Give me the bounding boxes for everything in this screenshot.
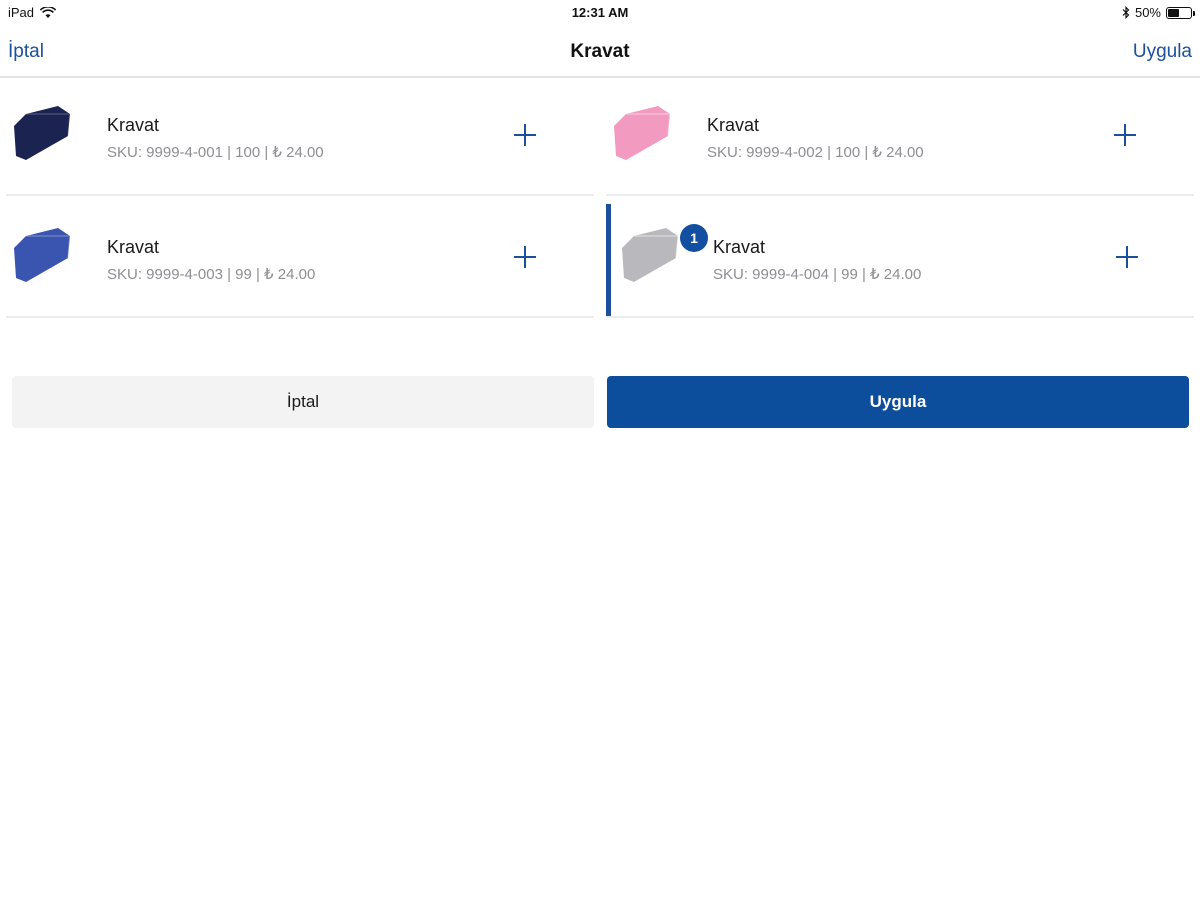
battery-percent: 50% <box>1134 5 1161 20</box>
add-button[interactable] <box>1110 240 1144 274</box>
product-name: Kravat <box>107 237 160 257</box>
bluetooth-icon <box>1122 6 1130 19</box>
add-button[interactable] <box>508 118 542 152</box>
product-card-selected[interactable]: 1 Kravat SKU: 9999-4-004 | 99 | ₺ 24.00 <box>606 200 1194 318</box>
battery-level <box>1168 8 1179 17</box>
page-title: Kravat <box>570 41 630 62</box>
apply-button[interactable]: Uygula <box>607 376 1189 428</box>
battery-icon <box>1166 6 1195 19</box>
tie-image <box>14 228 71 282</box>
product-details: SKU: 9999-4-001 | 100 | ₺ 24.00 <box>107 144 324 161</box>
product-details: SKU: 9999-4-004 | 99 | ₺ 24.00 <box>713 266 922 283</box>
product-card[interactable]: Kravat SKU: 9999-4-002 | 100 | ₺ 24.00 <box>606 78 1194 196</box>
product-name: Kravat <box>713 237 766 257</box>
add-button[interactable] <box>1108 118 1142 152</box>
quantity-badge: 1 <box>680 224 708 252</box>
product-name: Kravat <box>707 115 760 135</box>
status-time: 12:31 AM <box>571 5 629 20</box>
status-bar: iPad 12:31 AM 50% <box>0 0 1200 26</box>
product-card[interactable]: Kravat SKU: 9999-4-001 | 100 | ₺ 24.00 <box>6 78 594 196</box>
selected-indicator <box>606 204 611 316</box>
cancel-button[interactable]: İptal <box>12 376 594 428</box>
navigation-bar: İptal Kravat Uygula <box>0 26 1200 78</box>
nav-apply-button[interactable]: Uygula <box>1133 41 1192 63</box>
tie-image <box>614 106 671 160</box>
status-right: 50% <box>1122 5 1195 20</box>
product-details: SKU: 9999-4-003 | 99 | ₺ 24.00 <box>107 266 316 283</box>
add-button[interactable] <box>508 240 542 274</box>
tie-image <box>14 106 71 160</box>
product-name: Kravat <box>107 115 160 135</box>
product-card[interactable]: Kravat SKU: 9999-4-003 | 99 | ₺ 24.00 <box>6 200 594 318</box>
tie-image <box>622 228 679 282</box>
product-details: SKU: 9999-4-002 | 100 | ₺ 24.00 <box>707 144 924 161</box>
